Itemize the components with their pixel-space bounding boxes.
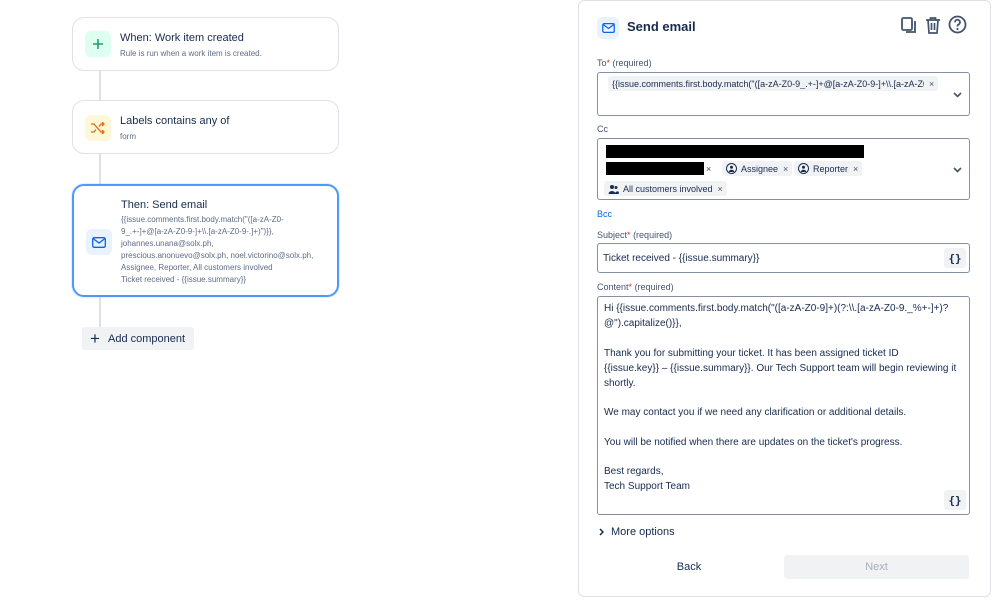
content-line: {{issue.key}} – {{issue.summary}}. Our T… — [604, 363, 957, 374]
shuffle-icon — [85, 115, 111, 141]
cc-chip-all-customers: All customers involved × — [604, 181, 727, 196]
remove-chip-icon[interactable]: × — [704, 161, 713, 176]
help-icon — [948, 15, 967, 39]
content-line: Best regards, — [604, 466, 664, 477]
redacted-recipient — [606, 162, 704, 175]
flow-connector — [99, 296, 101, 328]
plus-icon: + — [90, 329, 100, 348]
subject-input[interactable]: Ticket received - {{issue.summary}} {} — [597, 243, 970, 273]
add-component-label: Add component — [108, 332, 186, 345]
to-recipient-chip: {{issue.comments.first.body.match("([a-z… — [608, 76, 939, 91]
content-label: Content* (required) — [597, 282, 674, 292]
cc-label: Cc — [597, 124, 608, 134]
remove-chip-icon[interactable]: × — [929, 79, 934, 89]
copy-icon — [900, 16, 918, 39]
condition-subtitle: form — [120, 132, 136, 141]
cc-chip-assignee: Assignee × — [722, 161, 793, 176]
chevron-right-icon — [599, 528, 604, 536]
content-line: Thank you for submitting your ticket. It… — [604, 348, 899, 359]
content-line: You will be notified when there are upda… — [604, 437, 903, 448]
action-detail-line: 9_.+-]+@[a-zA-Z0-9-]+\\.[a-zA-Z0-9-.]+)"… — [121, 227, 274, 236]
action-details: {{issue.comments.first.body.match("([a-z… — [121, 214, 326, 286]
delete-button[interactable] — [921, 15, 945, 39]
next-button[interactable]: Next — [784, 555, 969, 579]
content-line: shortly. — [604, 378, 636, 389]
remove-chip-icon[interactable]: × — [783, 164, 788, 174]
condition-node[interactable]: Labels contains any of form — [72, 100, 339, 154]
to-label: To* (required) — [597, 58, 652, 68]
group-icon — [608, 184, 619, 194]
cc-field[interactable]: × Assignee × Reporter × All customers in… — [597, 138, 970, 200]
action-title: Then: Send email — [121, 199, 208, 211]
chevron-down-icon[interactable] — [951, 164, 963, 176]
mail-icon — [597, 17, 619, 39]
action-detail-line: Ticket received - {{issue.summary}} — [121, 275, 247, 284]
smart-value-button[interactable]: {} — [944, 490, 966, 510]
flow-connector — [99, 70, 101, 101]
user-icon — [726, 163, 737, 174]
plus-icon — [85, 31, 111, 57]
duplicate-button[interactable] — [897, 15, 921, 39]
chevron-down-icon[interactable] — [951, 89, 963, 101]
action-detail-line: johannes.unana@solx.ph, — [121, 239, 214, 248]
mail-icon — [86, 229, 112, 255]
trigger-subtitle: Rule is run when a work item is created. — [120, 49, 262, 58]
help-button[interactable] — [945, 15, 969, 39]
bcc-link[interactable]: Bcc — [597, 209, 612, 219]
subject-label: Subject* (required) — [597, 230, 673, 240]
trigger-node[interactable]: When: Work item created Rule is run when… — [72, 17, 339, 71]
user-icon — [798, 163, 809, 174]
redacted-recipient — [606, 145, 864, 158]
back-button[interactable]: Back — [639, 555, 739, 579]
more-options-toggle[interactable]: More options — [599, 526, 675, 538]
content-line: Tech Support Team — [604, 481, 690, 492]
content-textarea[interactable]: Hi {{issue.comments.first.body.match("([… — [597, 296, 970, 515]
send-email-panel: Send email To* (required) {{issue.commen… — [578, 0, 991, 597]
flow-connector — [99, 154, 101, 185]
cc-chip-reporter: Reporter × — [794, 161, 863, 176]
remove-chip-icon[interactable]: × — [718, 184, 723, 194]
subject-value: Ticket received - {{issue.summary}} — [603, 253, 760, 264]
content-line: We may contact you if we need any clarif… — [604, 407, 907, 418]
trash-icon — [925, 16, 941, 39]
panel-title: Send email — [627, 19, 696, 34]
add-component-button[interactable]: + Add component — [82, 327, 194, 350]
action-detail-line: prescious.anonuevo@solx.ph, noel.victori… — [121, 251, 314, 260]
action-detail-line: Assignee, Reporter, All customers involv… — [121, 263, 273, 272]
content-line: Hi {{issue.comments.first.body.match("([… — [604, 303, 949, 314]
smart-value-button[interactable]: {} — [944, 248, 966, 268]
remove-chip-icon[interactable]: × — [853, 164, 858, 174]
trigger-title: When: Work item created — [120, 32, 244, 44]
condition-title: Labels contains any of — [120, 115, 230, 127]
action-node[interactable]: Then: Send email {{issue.comments.first.… — [72, 184, 339, 297]
action-detail-line: {{issue.comments.first.body.match("([a-z… — [121, 215, 284, 224]
to-field[interactable]: {{issue.comments.first.body.match("([a-z… — [597, 72, 970, 116]
content-line: @").capitalize()}}, — [604, 318, 682, 329]
